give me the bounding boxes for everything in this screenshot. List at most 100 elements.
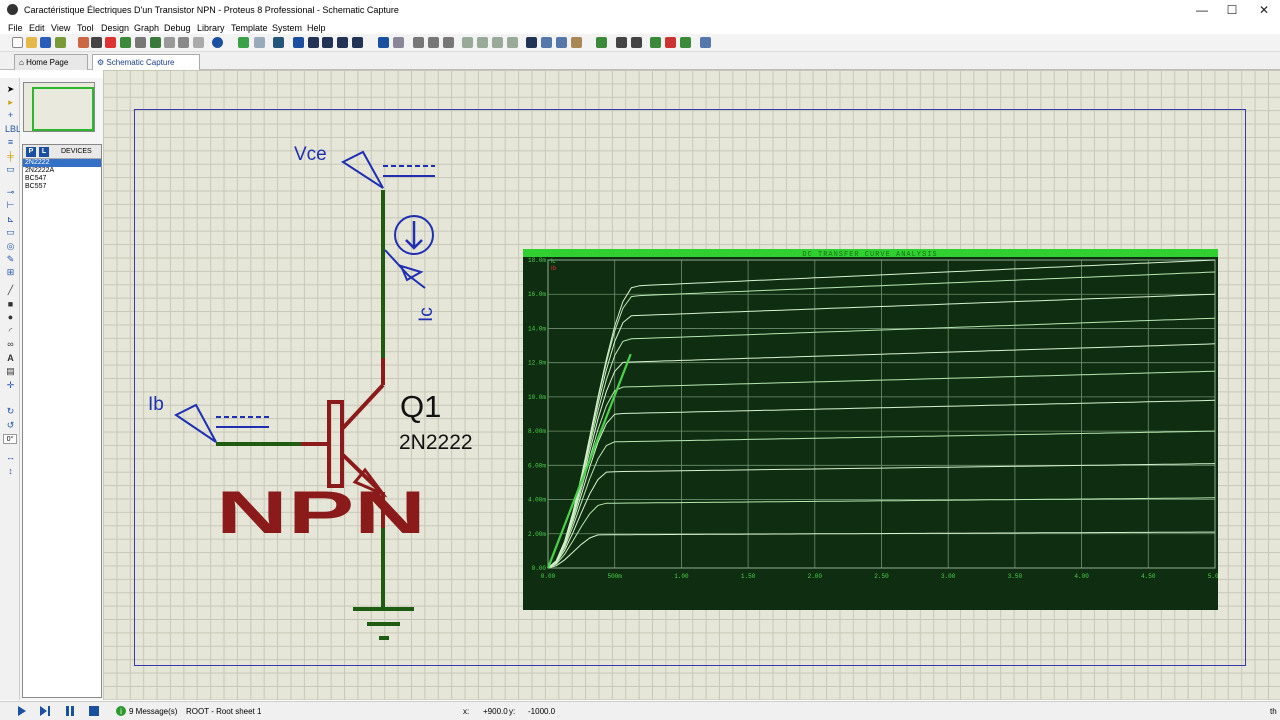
tab-schematic-capture[interactable]: ⚙ Schematic Capture	[92, 54, 200, 70]
save-icon[interactable]	[40, 37, 51, 48]
menu-library[interactable]: Library	[197, 23, 225, 33]
path-icon[interactable]: ∞	[5, 339, 16, 349]
exit-to-parent-icon[interactable]	[680, 37, 691, 48]
component-mode-icon[interactable]	[78, 37, 89, 48]
pause-icon[interactable]	[65, 706, 75, 716]
close-button[interactable]: ✕	[1249, 1, 1279, 19]
list-item[interactable]: 2N2222A	[23, 167, 101, 175]
copy-icon[interactable]	[428, 37, 439, 48]
block-delete-icon[interactable]	[507, 37, 518, 48]
open-folder-icon[interactable]	[26, 37, 37, 48]
block-move-icon[interactable]	[477, 37, 488, 48]
mirror-vertical-icon[interactable]: ↕	[5, 466, 16, 476]
overview-window[interactable]	[23, 82, 95, 132]
overview-viewport[interactable]	[32, 87, 94, 131]
paste-icon[interactable]	[443, 37, 454, 48]
text-script-icon[interactable]: ≡	[5, 137, 16, 147]
text-icon[interactable]: A	[5, 353, 16, 363]
subcircuit-icon[interactable]: ▭	[5, 164, 16, 174]
help-icon[interactable]	[212, 37, 223, 48]
virtual-instruments-icon[interactable]: ⊞	[5, 267, 16, 277]
rotate-clockwise-icon[interactable]: ↻	[5, 406, 16, 416]
tab-home-page[interactable]: ⌂ Home Page	[14, 54, 88, 70]
play-icon[interactable]	[17, 706, 27, 716]
pick-parts-icon[interactable]	[526, 37, 537, 48]
menu-help[interactable]: Help	[307, 23, 326, 33]
menu-design[interactable]: Design	[101, 23, 129, 33]
bom-icon[interactable]	[91, 37, 102, 48]
rotate-anticlockwise-icon[interactable]: ↺	[5, 420, 16, 430]
menu-file[interactable]: File	[8, 23, 23, 33]
make-device-icon[interactable]	[541, 37, 552, 48]
tape-recorder-icon[interactable]: ▭	[5, 227, 16, 237]
menu-template[interactable]: Template	[231, 23, 268, 33]
notes-icon[interactable]	[193, 37, 204, 48]
decompose-icon[interactable]	[571, 37, 582, 48]
design-explorer-icon[interactable]	[150, 37, 161, 48]
pick-devices-button[interactable]: P	[26, 147, 36, 157]
minimize-button[interactable]: —	[1187, 1, 1217, 19]
junction-dot-icon[interactable]: +	[5, 110, 16, 120]
grid-icon[interactable]	[254, 37, 265, 48]
library-manager-button[interactable]: L	[39, 147, 49, 157]
stop-icon[interactable]	[89, 706, 99, 716]
maximize-button[interactable]: ☐	[1217, 1, 1247, 19]
dc-transfer-graph[interactable]: DC TRANSFER CURVE ANALYSIS 0.00 500m 1.00 1…	[523, 249, 1218, 610]
menu-view[interactable]: View	[51, 23, 70, 33]
block-rotate-icon[interactable]	[492, 37, 503, 48]
electrical-rule-check-icon[interactable]	[700, 37, 711, 48]
marker-icon[interactable]: ✛	[5, 380, 16, 390]
cut-icon[interactable]	[413, 37, 424, 48]
menu-tool[interactable]: Tool	[77, 23, 94, 33]
box-icon[interactable]: ■	[5, 299, 16, 309]
step-icon[interactable]	[40, 706, 50, 716]
mirror-horizontal-icon[interactable]: ↔	[5, 452, 16, 462]
ground-terminal[interactable]	[353, 607, 414, 640]
zoom-area-icon[interactable]	[352, 37, 363, 48]
zoom-out-icon[interactable]	[322, 37, 333, 48]
wire-label-icon[interactable]: LBL	[5, 124, 21, 134]
menu-graph[interactable]: Graph	[134, 23, 159, 33]
new-sheet-icon[interactable]	[650, 37, 661, 48]
redo-icon[interactable]	[393, 37, 404, 48]
new-file-icon[interactable]	[12, 37, 23, 48]
menu-system[interactable]: System	[272, 23, 302, 33]
netlist-icon[interactable]	[178, 37, 189, 48]
search-tag-icon[interactable]	[616, 37, 627, 48]
list-item[interactable]: 2N2222	[23, 159, 101, 167]
zoom-in-icon[interactable]	[308, 37, 319, 48]
property-assignment-icon[interactable]	[631, 37, 642, 48]
origin-icon[interactable]	[273, 37, 284, 48]
rotation-field[interactable]: 0°	[3, 434, 17, 444]
packaging-tool-icon[interactable]	[556, 37, 567, 48]
block-copy-icon[interactable]	[462, 37, 473, 48]
menu-edit[interactable]: Edit	[29, 23, 45, 33]
vce-generator[interactable]	[340, 150, 435, 189]
undo-icon[interactable]	[378, 37, 389, 48]
ib-generator[interactable]	[174, 403, 269, 443]
current-probe[interactable]	[384, 215, 434, 289]
pcb-icon[interactable]	[105, 37, 116, 48]
gerber-icon[interactable]	[135, 37, 146, 48]
import-icon[interactable]	[55, 37, 66, 48]
arc-icon[interactable]: ◜	[5, 326, 16, 336]
wire-autorouter-icon[interactable]	[596, 37, 607, 48]
symbol-icon[interactable]: ▤	[5, 366, 16, 376]
message-count[interactable]: 9 Message(s)	[129, 707, 177, 716]
voltage-probe-icon[interactable]: ✎	[5, 254, 16, 264]
list-item[interactable]: BC557	[23, 183, 101, 191]
refresh-icon[interactable]	[238, 37, 249, 48]
zoom-all-icon[interactable]	[337, 37, 348, 48]
remove-sheet-icon[interactable]	[665, 37, 676, 48]
circle-icon[interactable]: ●	[5, 312, 16, 322]
source-code-icon[interactable]	[164, 37, 175, 48]
component-mode-icon[interactable]: ▸	[5, 97, 16, 107]
line-icon[interactable]: ╱	[5, 285, 16, 295]
3d-view-icon[interactable]	[120, 37, 131, 48]
graph-mode-icon[interactable]: ⊾	[5, 214, 16, 224]
generator-icon[interactable]: ◎	[5, 241, 16, 251]
device-pins-icon[interactable]: ⊢	[5, 200, 16, 210]
pan-icon[interactable]	[293, 37, 304, 48]
selection-mode-icon[interactable]: ➤	[5, 84, 16, 94]
buses-icon[interactable]: ╪	[5, 151, 16, 161]
